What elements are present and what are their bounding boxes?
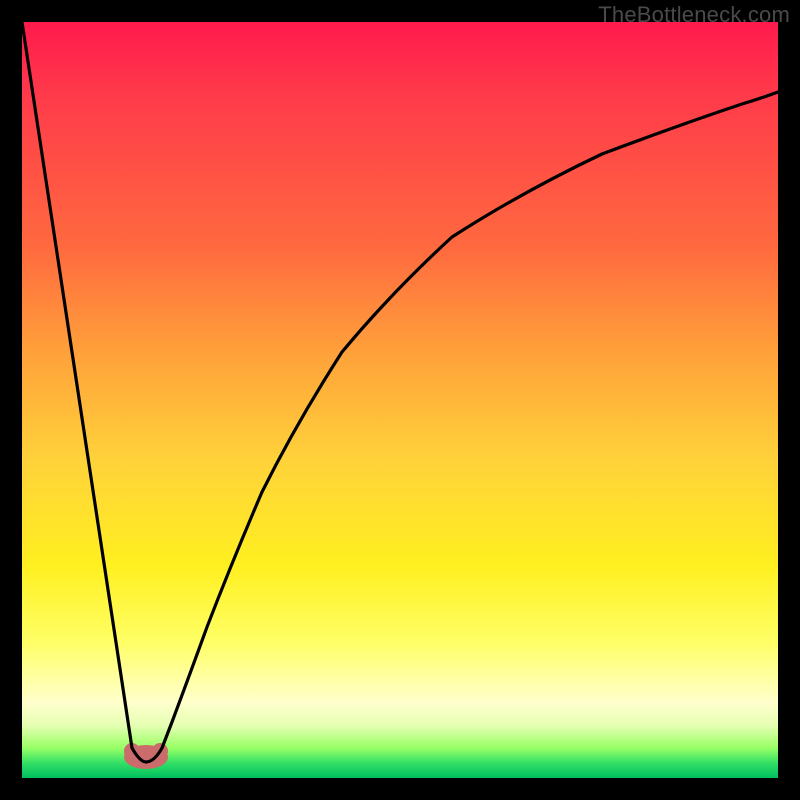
chart-svg bbox=[22, 22, 778, 778]
chart-frame: TheBottleneck.com bbox=[0, 0, 800, 800]
curve-right-branch bbox=[146, 92, 778, 762]
plot-area bbox=[22, 22, 778, 778]
curve-left-branch bbox=[22, 22, 146, 762]
